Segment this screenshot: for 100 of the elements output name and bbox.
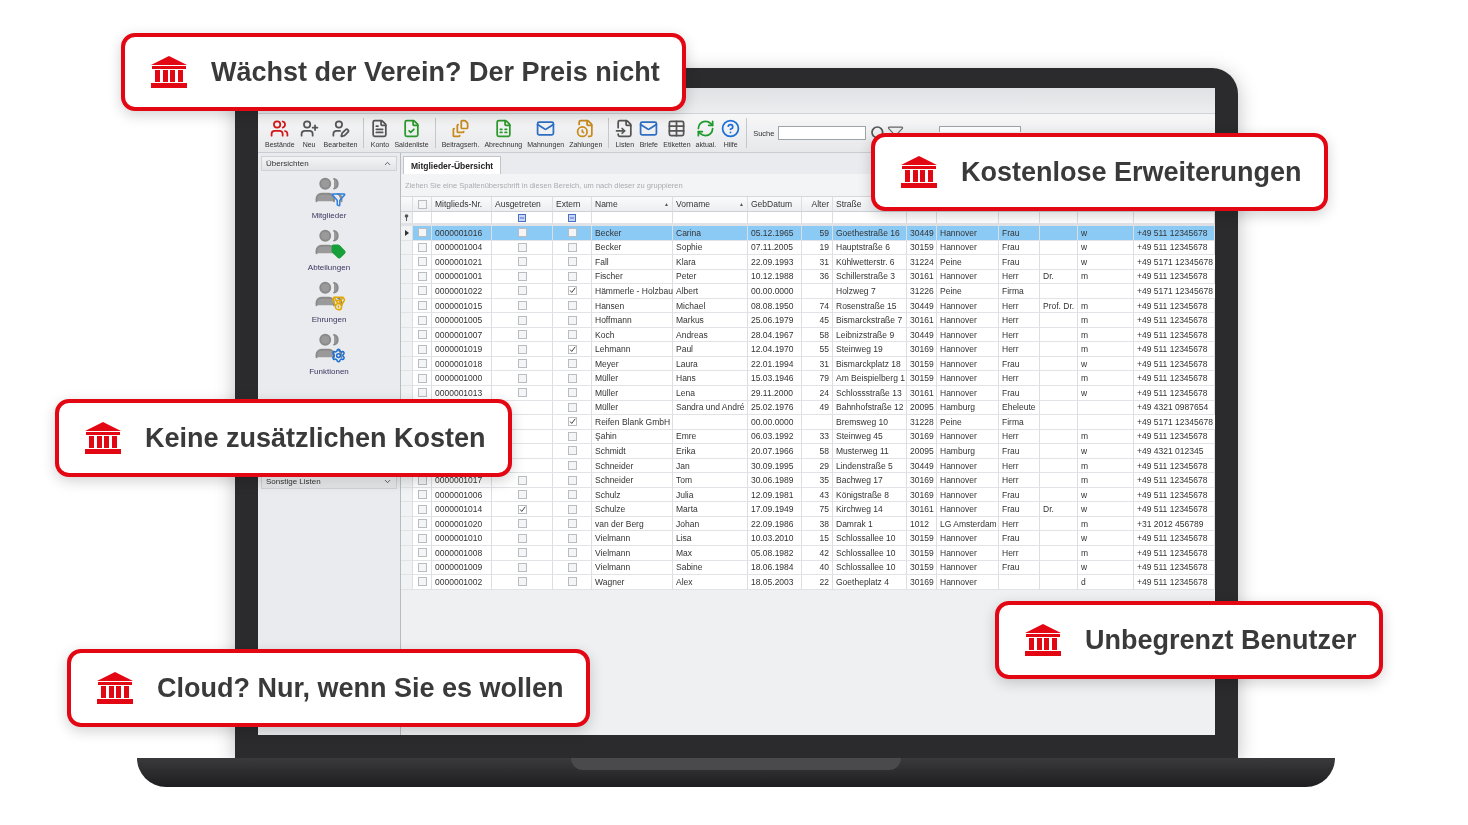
table-cell: 30159 <box>910 547 934 558</box>
table-cell: 30449 <box>910 300 934 311</box>
table-cell: w <box>1081 562 1088 573</box>
table-cell: Hannover <box>940 315 977 326</box>
table-cell: Şahin <box>595 431 617 442</box>
table-cell: +49 511 12345678 <box>1137 315 1208 326</box>
table-cell: Albert <box>676 285 699 296</box>
table-cell: 22.09.1993 <box>751 256 794 267</box>
table-cell: Becker <box>595 242 622 253</box>
table-cell: +49 5171 12345678 <box>1137 256 1213 267</box>
table-cell: Hoffmann <box>595 315 632 326</box>
table-cell: 49 <box>819 402 829 413</box>
table-cell: 0000001020 <box>435 518 483 529</box>
table-cell: Lisa <box>676 533 692 544</box>
table-cell: 20095 <box>910 402 934 413</box>
table-cell: Herr <box>1002 300 1019 311</box>
table-cell: Hamburg <box>940 402 975 413</box>
table-cell: 0000001006 <box>435 489 483 500</box>
table-cell: 33 <box>819 431 829 442</box>
table-cell: 0000001014 <box>435 504 483 515</box>
table-cell: Fischer <box>595 271 623 282</box>
header-label: Vorname <box>676 199 711 209</box>
table-cell: w <box>1081 242 1088 253</box>
table-cell: Hannover <box>940 300 977 311</box>
table-cell: Peine <box>940 416 962 427</box>
table-cell: 0000001015 <box>435 300 483 311</box>
table-cell: Herr <box>1002 329 1019 340</box>
table-cell: Paul <box>676 344 693 355</box>
table-cell: 29 <box>819 460 829 471</box>
table-cell: Müller <box>595 387 619 398</box>
table-cell: Firma <box>1002 416 1024 427</box>
table-cell: Goetheplatz 4 <box>836 576 889 587</box>
table-cell: 30161 <box>910 315 934 326</box>
table-cell: Andreas <box>676 329 708 340</box>
table-cell: Vielmann <box>595 533 631 544</box>
table-cell: LG Amsterdam <box>940 518 997 529</box>
table-cell: Steinweg 45 <box>836 431 883 442</box>
table-cell: Herr <box>1002 518 1019 529</box>
table-cell: Lena <box>676 387 695 398</box>
table-cell: 0000001010 <box>435 533 483 544</box>
table-cell: Fall <box>595 256 609 267</box>
table-cell: Emre <box>676 431 697 442</box>
table-cell: 10.03.2010 <box>751 533 794 544</box>
table-cell: 30449 <box>910 227 934 238</box>
table-cell: 30159 <box>910 562 934 573</box>
table-cell: Hannover <box>940 242 977 253</box>
table-cell: +49 5171 12345678 <box>1137 416 1213 427</box>
table-cell: 31226 <box>910 285 934 296</box>
table-cell: Max <box>676 547 693 558</box>
table-cell: Lindenstraße 5 <box>836 460 893 471</box>
table-cell: 30449 <box>910 460 934 471</box>
table-cell: 18.05.2003 <box>751 576 794 587</box>
table-cell: 08.08.1950 <box>751 300 794 311</box>
table-cell: Frau <box>1002 562 1020 573</box>
table-cell: Herr <box>1002 373 1019 384</box>
table-cell: Schneider <box>595 475 634 486</box>
table-cell: +49 511 12345678 <box>1137 227 1208 238</box>
table-cell: 25.02.1976 <box>751 402 794 413</box>
table-cell: 79 <box>819 373 829 384</box>
table-cell: 15 <box>819 533 829 544</box>
table-cell: Klara <box>676 256 696 267</box>
table-cell: 0000001022 <box>435 285 483 296</box>
table-cell: Hannover <box>940 504 977 515</box>
table-cell: +49 511 12345678 <box>1137 358 1208 369</box>
table-cell: Schlossstraße 13 <box>836 387 902 398</box>
table-cell: m <box>1081 329 1089 340</box>
table-cell: 0000001021 <box>435 256 483 267</box>
table-cell: Hansen <box>595 300 625 311</box>
table-cell: Johan <box>676 518 700 529</box>
table-cell: 22.01.1994 <box>751 358 794 369</box>
table-cell: Steinweg 19 <box>836 344 883 355</box>
table-cell: 43 <box>819 489 829 500</box>
table-cell: Bismarckplatz 18 <box>836 358 901 369</box>
table-cell: w <box>1081 227 1088 238</box>
table-cell: 19 <box>819 242 829 253</box>
table-cell: m <box>1081 431 1089 442</box>
table-cell: Sandra und André <box>676 402 745 413</box>
table-cell: m <box>1081 315 1089 326</box>
header-label: Name <box>595 199 618 209</box>
table-cell: 18.06.1984 <box>751 562 794 573</box>
table-cell: Peine <box>940 285 962 296</box>
table-cell: Königstraße 8 <box>836 489 889 500</box>
table-cell: +49 511 12345678 <box>1137 562 1208 573</box>
table-cell: +49 4321 0987654 <box>1137 402 1209 413</box>
table-cell: Sabine <box>676 562 703 573</box>
table-cell: 00.00.0000 <box>751 416 794 427</box>
table-cell: 30161 <box>910 504 934 515</box>
header-label: Extern <box>556 199 581 209</box>
table-cell: Prof. Dr. <box>1043 300 1075 311</box>
table-cell: w <box>1081 256 1088 267</box>
table-cell: 30169 <box>910 431 934 442</box>
table-cell: m <box>1081 460 1089 471</box>
table-cell: Schillerstraße 3 <box>836 271 896 282</box>
table-cell: 31228 <box>910 416 934 427</box>
table-cell: 31 <box>819 358 829 369</box>
table-cell: 38 <box>819 518 829 529</box>
header-label: Ausgetreten <box>495 199 541 209</box>
table-cell: Herr <box>1002 271 1019 282</box>
table-cell: +31 2012 456789 <box>1137 518 1204 529</box>
table-cell: +49 511 12345678 <box>1137 489 1208 500</box>
